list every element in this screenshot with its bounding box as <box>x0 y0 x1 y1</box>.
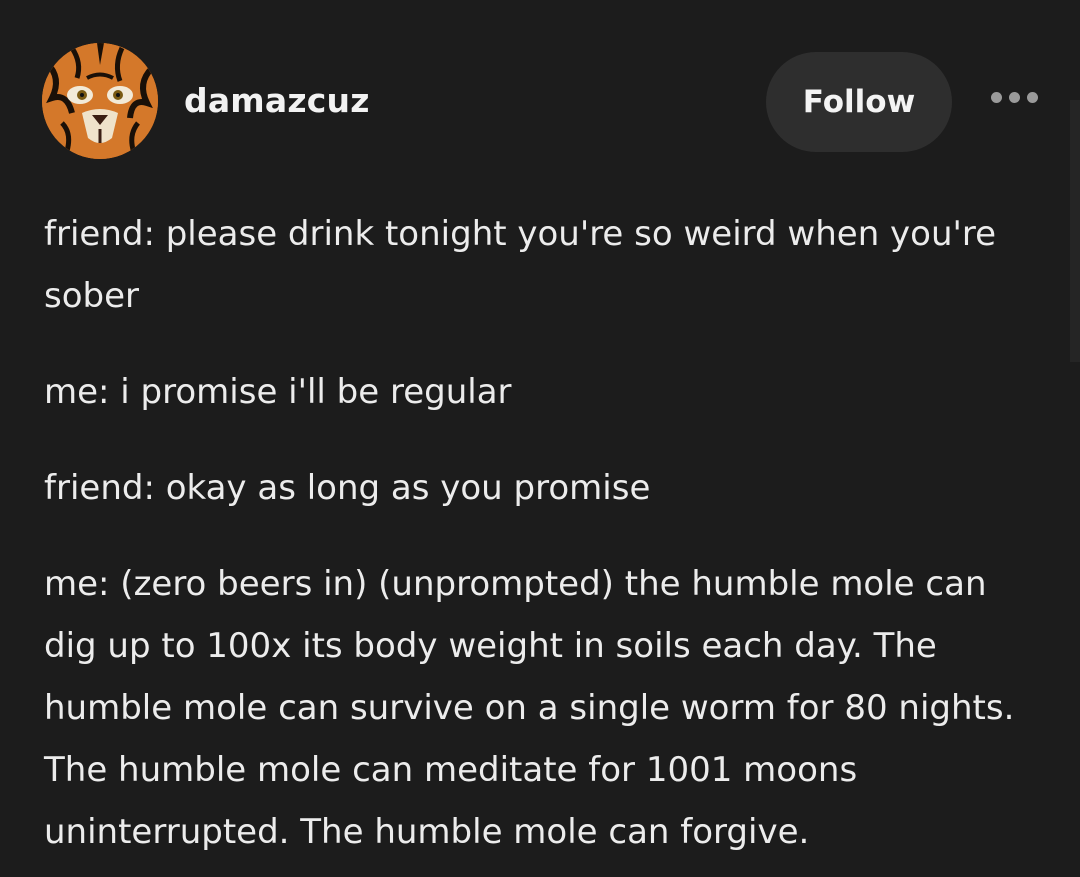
post-paragraph: friend: please drink tonight you're so w… <box>44 214 997 316</box>
post-card: damazcuz Follow friend: please drink ton… <box>0 0 1080 877</box>
ellipsis-icon[interactable] <box>989 89 1041 105</box>
post-paragraph: me: i promise i'll be regular <box>44 372 512 412</box>
post-paragraph: friend: okay as long as you promise <box>44 468 651 508</box>
avatar[interactable] <box>42 43 158 159</box>
follow-button[interactable]: Follow <box>766 52 952 152</box>
post-body: friend: please drink tonight you're so w… <box>44 203 1044 877</box>
post-header: damazcuz Follow <box>42 43 1042 163</box>
tiger-avatar-icon <box>42 43 158 159</box>
scrollbar-track[interactable] <box>1070 100 1080 362</box>
author-username[interactable]: damazcuz <box>184 81 370 120</box>
post-paragraph: me: (zero beers in) (unprompted) the hum… <box>44 564 1015 852</box>
